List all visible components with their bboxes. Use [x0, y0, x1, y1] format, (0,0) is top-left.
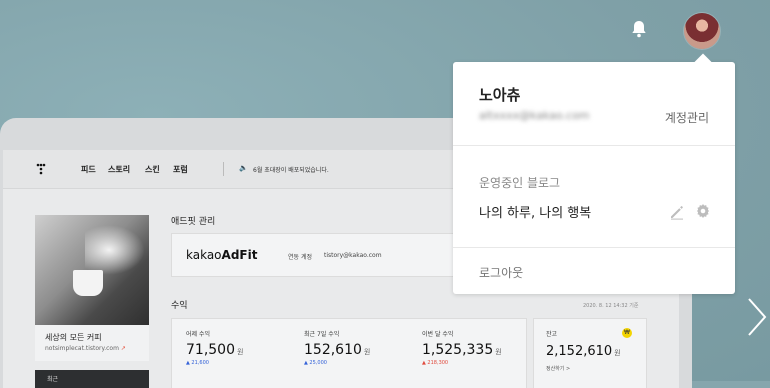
blog-card-bottom-label: 최근 — [47, 376, 59, 383]
blog-card-bottom: 최근 — [35, 370, 149, 388]
revenue-section-label: 수익 — [171, 301, 188, 311]
balance-unit: 원 — [614, 349, 621, 357]
pencil-icon[interactable] — [669, 204, 685, 220]
nav-divider — [223, 162, 224, 176]
revenue-panel: 어제 수익 71,500 원 ▲ 21,600 최근 7일 수익 152,610 원… — [171, 318, 527, 388]
revenue-unit: 원 — [237, 348, 244, 356]
blog-cover-image — [35, 215, 149, 325]
blog-section-label: 운영중인 블로그 — [479, 176, 561, 190]
adfit-section-label: 애드핏 관리 — [171, 217, 216, 227]
revenue-value: 152,610 원 — [304, 342, 414, 358]
revenue-label: 이번 달 수익 — [422, 331, 454, 338]
revenue-unit: 원 — [363, 348, 371, 356]
logout-link[interactable]: 로그아웃 — [479, 264, 523, 281]
nav-notice[interactable]: 6월 초대장이 배포되었습니다. — [253, 165, 329, 174]
revenue-number: 152,610 — [304, 342, 362, 358]
gear-icon[interactable] — [695, 203, 711, 219]
revenue-updated-at: 2020. 8. 12 14:32 기준 — [583, 303, 639, 309]
tistory-logo-icon — [36, 163, 46, 175]
revenue-unit: 원 — [495, 348, 502, 356]
revenue-value: 71,500 원 — [186, 342, 296, 358]
revenue-yesterday: 어제 수익 71,500 원 ▲ 21,600 — [186, 329, 296, 366]
logo-kakao-text: kakao — [186, 248, 222, 262]
chevron-right-icon[interactable] — [746, 297, 768, 337]
blog-card-url: notsimplecat.tistory.com ↗ — [45, 345, 126, 352]
revenue-delta: ▲ 218,300 — [422, 360, 449, 366]
revenue-value: 1,525,335 원 — [422, 342, 532, 358]
revenue-label: 최근 7일 수익 — [304, 331, 340, 338]
blog-card[interactable]: 세상의 모든 커피 notsimplecat.tistory.com ↗ — [35, 215, 149, 361]
profile-email: altxxxx@kakao.com — [479, 109, 590, 122]
nav-item-feed[interactable]: 피드 — [81, 164, 96, 175]
revenue-number: 1,525,335 — [422, 342, 494, 358]
bell-icon[interactable] — [629, 19, 649, 39]
kakao-adfit-logo: kakaoAdFit — [186, 248, 257, 262]
coffee-cup-shape — [73, 270, 103, 296]
nav-item-skin[interactable]: 스킨 — [145, 164, 160, 175]
speaker-icon: 🔈 — [239, 164, 248, 172]
balance-value: 2,152,610 원 — [546, 344, 621, 359]
revenue-delta: ▲ 21,600 — [186, 360, 209, 366]
revenue-label: 어제 수익 — [186, 331, 210, 338]
dropdown-divider — [453, 247, 735, 248]
user-avatar[interactable] — [684, 13, 720, 49]
nav-item-story[interactable]: 스토리 — [108, 164, 130, 175]
steam-shape — [85, 225, 145, 275]
adfit-account-email: tistory@kakao.com — [324, 252, 382, 259]
revenue-7days: 최근 7일 수익 152,610 원 ▲ 25,000 — [304, 329, 414, 366]
revenue-number: 71,500 — [186, 342, 235, 358]
logo-adfit-text: AdFit — [221, 248, 258, 262]
balance-number: 2,152,610 — [546, 344, 613, 359]
blog-name-link[interactable]: 나의 하루, 나의 행복 — [479, 202, 591, 221]
profile-dropdown: 노아츄 altxxxx@kakao.com 계정관리 운영중인 블로그 나의 하… — [453, 62, 735, 294]
profile-name: 노아츄 — [479, 86, 521, 104]
balance-panel: 잔고 ₩ 2,152,610 원 정산하기 > — [533, 318, 647, 388]
won-coin-icon: ₩ — [622, 328, 632, 338]
dropdown-divider — [453, 145, 735, 146]
settle-link[interactable]: 정산하기 > — [546, 365, 570, 372]
blog-card-title: 세상의 모든 커피 — [45, 333, 102, 342]
revenue-delta: ▲ 25,000 — [304, 360, 327, 366]
blog-card-url-text: notsimplecat.tistory.com — [45, 345, 119, 352]
balance-label: 잔고 — [546, 331, 558, 338]
revenue-this-month: 이번 달 수익 1,525,335 원 ▲ 218,300 — [422, 329, 532, 366]
nav-item-forum[interactable]: 포럼 — [173, 164, 188, 175]
external-link-icon: ↗ — [120, 345, 126, 352]
adfit-account-label: 연동 계정 — [288, 254, 312, 261]
account-manage-link[interactable]: 계정관리 — [665, 109, 709, 126]
